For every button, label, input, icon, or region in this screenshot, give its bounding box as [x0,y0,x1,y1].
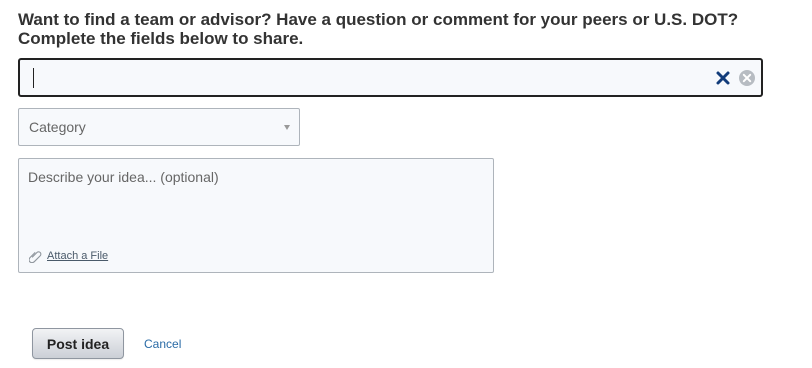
description-textarea[interactable] [28,168,480,238]
paperclip-icon [29,251,42,263]
x-icon[interactable] [715,70,731,86]
text-caret [33,68,34,88]
chevron-down-icon [284,125,290,130]
close-circle-icon[interactable] [738,69,756,87]
attach-file-link[interactable]: Attach a File [47,250,108,262]
idea-title-input[interactable] [30,64,694,93]
post-idea-button[interactable]: Post idea [32,328,124,359]
idea-title-field[interactable] [18,58,763,97]
category-dropdown[interactable]: Category [18,108,300,146]
category-selected-value: Category [29,119,86,135]
page-heading: Want to find a team or advisor? Have a q… [18,10,739,48]
cancel-link[interactable]: Cancel [144,337,181,351]
description-container: Attach a File [18,158,494,273]
